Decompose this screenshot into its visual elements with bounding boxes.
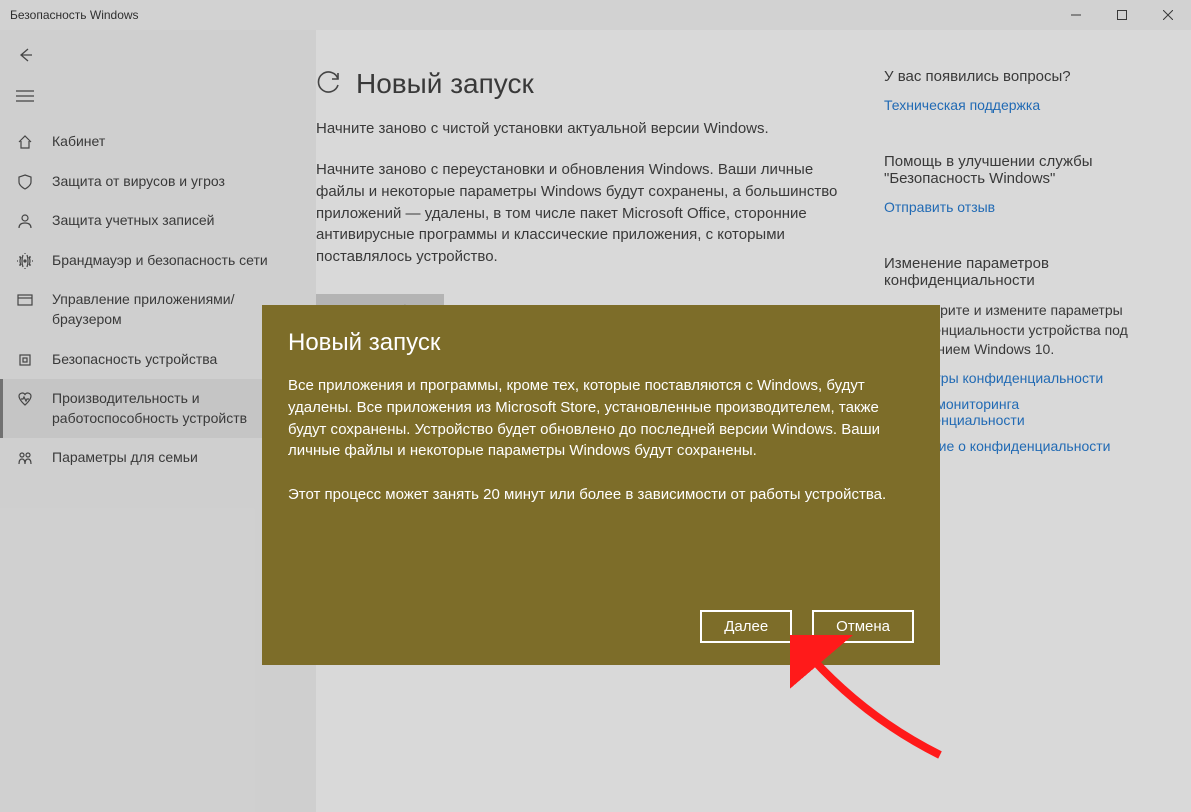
dialog-title: Новый запуск xyxy=(288,329,914,357)
dialog-paragraph-2: Этот процесс может занять 20 минут или б… xyxy=(288,484,914,506)
cancel-button[interactable]: Отмена xyxy=(812,610,914,643)
next-button[interactable]: Далее xyxy=(700,610,792,643)
dialog-paragraph-1: Все приложения и программы, кроме тех, к… xyxy=(288,375,914,462)
fresh-start-dialog: Новый запуск Все приложения и программы,… xyxy=(262,305,940,665)
